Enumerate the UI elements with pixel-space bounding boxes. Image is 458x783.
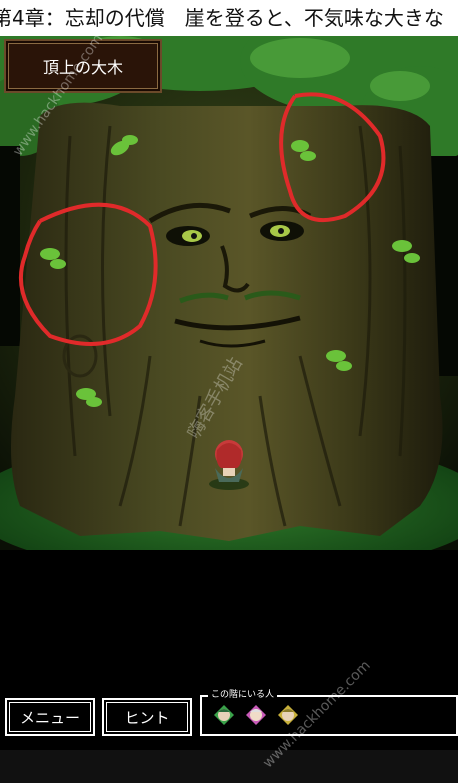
bottom-bar: メニュー ヒント この階にいる人 xyxy=(0,687,458,740)
hint-button[interactable]: ヒント xyxy=(102,698,192,736)
menu-button[interactable]: メニュー xyxy=(5,698,95,736)
hint-button-label: ヒント xyxy=(124,708,170,727)
party-member-portrait[interactable] xyxy=(244,703,268,727)
menu-button-label: メニュー xyxy=(19,708,80,727)
story-ticker: 第4章：忘却の代償 崖を登ると、不気味な大きな xyxy=(0,0,458,36)
ticker-text: 第4章：忘却の代償 崖を登ると、不気味な大きな xyxy=(0,6,444,30)
party-member-portrait[interactable] xyxy=(212,703,236,727)
bottom-strip xyxy=(0,750,458,783)
tree-scene-art xyxy=(0,36,458,550)
game-scene[interactable] xyxy=(0,36,458,550)
party-label: この階にいる人 xyxy=(208,687,278,700)
